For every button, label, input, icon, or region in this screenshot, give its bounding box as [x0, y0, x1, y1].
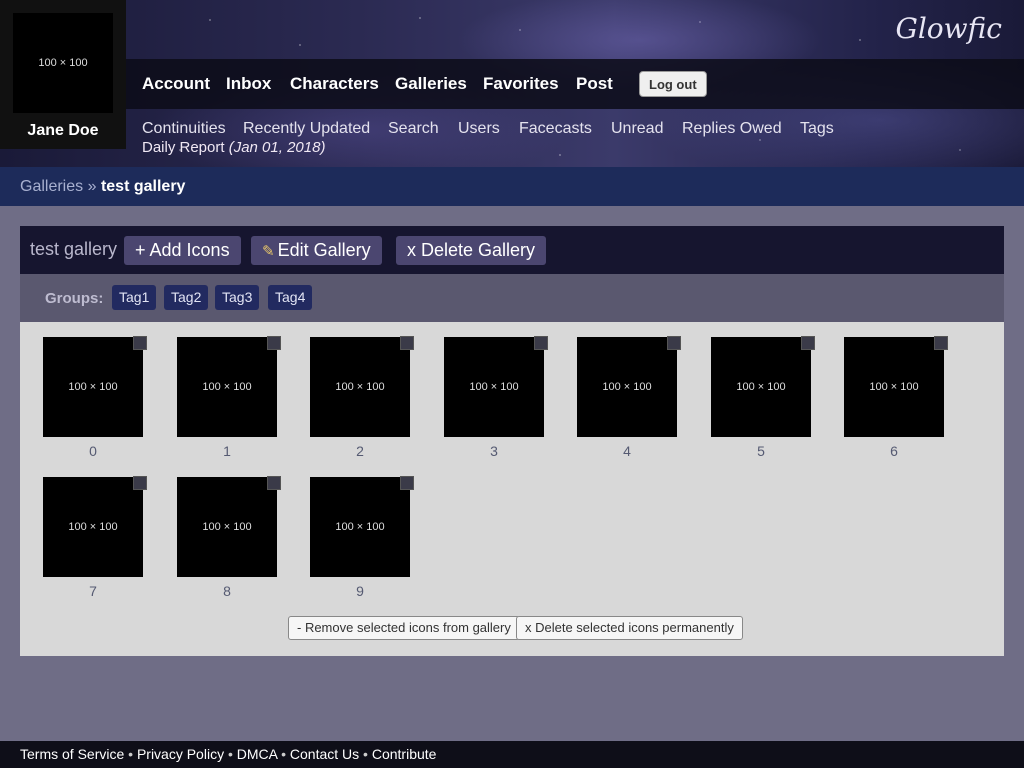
gallery-icon[interactable]: 100 × 100 3: [444, 336, 548, 459]
footer-separator: •: [281, 746, 287, 762]
gallery-icon[interactable]: 100 × 100 9: [310, 476, 414, 599]
nav-galleries[interactable]: Galleries: [395, 74, 467, 94]
footer-dmca-link[interactable]: DMCA: [237, 746, 277, 762]
subnav-facecasts[interactable]: Facecasts: [519, 120, 592, 138]
icon-image[interactable]: 100 × 100: [844, 337, 944, 437]
icon-select-checkbox[interactable]: [267, 336, 281, 350]
icon-label[interactable]: 8: [177, 583, 277, 599]
site-header: 100 × 100 Jane Doe Glowfic Account Inbox…: [0, 0, 1024, 167]
icon-select-checkbox[interactable]: [267, 476, 281, 490]
footer-terms-link[interactable]: Terms of Service: [20, 746, 124, 762]
site-footer: Terms of Service • Privacy Policy • DMCA…: [0, 741, 1024, 768]
logout-button[interactable]: Log out: [639, 71, 707, 97]
groups-bar: Groups: Tag1 Tag2 Tag3 Tag4: [20, 274, 1004, 322]
nav-favorites[interactable]: Favorites: [483, 74, 559, 94]
icon-image[interactable]: 100 × 100: [43, 337, 143, 437]
breadcrumb: Galleries » test gallery: [0, 167, 1024, 206]
footer-privacy-link[interactable]: Privacy Policy: [137, 746, 224, 762]
gallery-icon[interactable]: 100 × 100 8: [177, 476, 281, 599]
icon-label[interactable]: 5: [711, 443, 811, 459]
icon-select-checkbox[interactable]: [400, 336, 414, 350]
gallery-icon[interactable]: 100 × 100 0: [43, 336, 147, 459]
icon-select-checkbox[interactable]: [133, 336, 147, 350]
gallery-icon[interactable]: 100 × 100 1: [177, 336, 281, 459]
icon-select-checkbox[interactable]: [400, 476, 414, 490]
delete-selected-icons-button[interactable]: x Delete selected icons permanently: [516, 616, 743, 640]
icon-label[interactable]: 9: [310, 583, 410, 599]
tag-pill[interactable]: Tag2: [164, 285, 209, 310]
icon-label[interactable]: 2: [310, 443, 410, 459]
gallery-icon[interactable]: 100 × 100 5: [711, 336, 815, 459]
daily-report-label: Daily Report: [142, 139, 225, 156]
icon-image[interactable]: 100 × 100: [177, 477, 277, 577]
icon-label[interactable]: 0: [43, 443, 143, 459]
icon-label[interactable]: 3: [444, 443, 544, 459]
icon-select-checkbox[interactable]: [801, 336, 815, 350]
icon-grid: 100 × 100 0 100 × 100 1 100 × 100 2 100 …: [20, 322, 1004, 656]
nav-account[interactable]: Account: [142, 74, 210, 94]
footer-separator: •: [363, 746, 368, 762]
icon-label[interactable]: 4: [577, 443, 677, 459]
avatar[interactable]: 100 × 100: [13, 13, 113, 113]
footer-contribute-link[interactable]: Contribute: [372, 746, 437, 762]
username[interactable]: Jane Doe: [0, 122, 126, 140]
gallery-content: test gallery + Add Icons ✎ Edit Gallery x…: [20, 226, 1004, 656]
icon-image[interactable]: 100 × 100: [577, 337, 677, 437]
subnav-tags[interactable]: Tags: [800, 120, 834, 138]
icon-select-checkbox[interactable]: [133, 476, 147, 490]
footer-separator: •: [128, 746, 134, 762]
user-box: 100 × 100 Jane Doe: [0, 0, 126, 149]
gallery-header: test gallery + Add Icons ✎ Edit Gallery x…: [20, 226, 1004, 274]
subnav-users[interactable]: Users: [458, 120, 500, 138]
footer-separator: •: [227, 746, 233, 762]
footer-contact-link[interactable]: Contact Us: [290, 746, 359, 762]
delete-gallery-button[interactable]: x Delete Gallery: [396, 236, 547, 265]
breadcrumb-separator: »: [87, 178, 97, 195]
tag-pill[interactable]: Tag1: [112, 285, 157, 310]
site-logo[interactable]: Glowfic: [895, 12, 1002, 45]
add-icons-button[interactable]: + Add Icons: [124, 236, 241, 265]
daily-report-date: (Jan 01, 2018): [228, 139, 326, 156]
main-nav: Account Inbox Characters Galleries Favor…: [126, 59, 1024, 109]
icon-image[interactable]: 100 × 100: [177, 337, 277, 437]
gallery-icon[interactable]: 100 × 100 4: [577, 336, 681, 459]
icon-label[interactable]: 7: [43, 583, 143, 599]
icon-image[interactable]: 100 × 100: [310, 337, 410, 437]
edit-gallery-label: Edit Gallery: [277, 240, 371, 260]
icon-select-checkbox[interactable]: [667, 336, 681, 350]
icon-select-checkbox[interactable]: [934, 336, 948, 350]
daily-report-link[interactable]: Daily Report (Jan 01, 2018): [142, 139, 325, 156]
breadcrumb-current: test gallery: [100, 178, 186, 195]
icon-image[interactable]: 100 × 100: [444, 337, 544, 437]
icon-label[interactable]: 6: [844, 443, 944, 459]
subnav-continuities[interactable]: Continuities: [142, 120, 226, 138]
subnav-unread[interactable]: Unread: [611, 120, 663, 138]
gallery-icon[interactable]: 100 × 100 2: [310, 336, 414, 459]
tag-pill[interactable]: Tag4: [268, 285, 313, 310]
gallery-icon[interactable]: 100 × 100 7: [43, 476, 147, 599]
icon-image[interactable]: 100 × 100: [711, 337, 811, 437]
remove-selected-icons-button[interactable]: - Remove selected icons from gallery: [288, 616, 520, 640]
nav-inbox[interactable]: Inbox: [226, 74, 271, 94]
subnav-recently-updated[interactable]: Recently Updated: [243, 120, 370, 138]
edit-gallery-button[interactable]: ✎ Edit Gallery: [251, 236, 382, 265]
pencil-icon: ✎: [262, 243, 275, 260]
icon-label[interactable]: 1: [177, 443, 277, 459]
subnav-replies-owed[interactable]: Replies Owed: [682, 120, 782, 138]
icon-image[interactable]: 100 × 100: [43, 477, 143, 577]
gallery-icon[interactable]: 100 × 100 6: [844, 336, 948, 459]
icon-select-checkbox[interactable]: [534, 336, 548, 350]
breadcrumb-galleries-link[interactable]: Galleries: [20, 178, 83, 195]
nav-post[interactable]: Post: [576, 74, 613, 94]
subnav-search[interactable]: Search: [388, 120, 439, 138]
groups-label: Groups:: [45, 290, 104, 307]
gallery-title: test gallery: [30, 239, 118, 259]
icon-image[interactable]: 100 × 100: [310, 477, 410, 577]
nav-characters[interactable]: Characters: [290, 74, 379, 94]
tag-pill[interactable]: Tag3: [215, 285, 260, 310]
